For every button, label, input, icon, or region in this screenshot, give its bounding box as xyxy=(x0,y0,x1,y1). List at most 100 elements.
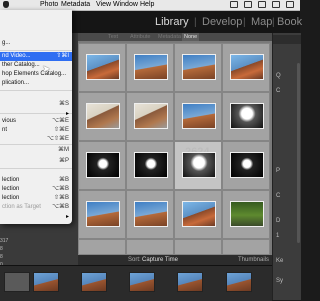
wifi-icon[interactable] xyxy=(258,1,266,8)
filmstrip-thumbnail[interactable] xyxy=(81,272,107,292)
menu-separator xyxy=(0,144,72,145)
menu-item[interactable]: lection ⇧⌘B xyxy=(0,194,72,203)
grid-cell[interactable] xyxy=(222,190,270,239)
menu-metadata[interactable]: Metadata xyxy=(61,1,90,9)
menu-item[interactable]: ⌘M xyxy=(0,146,72,155)
grid-cell[interactable] xyxy=(78,141,126,190)
panel-label[interactable]: Sy xyxy=(276,278,283,284)
menu-item[interactable]: ther Catalog... xyxy=(0,61,72,70)
photo-thumbnail[interactable] xyxy=(230,54,264,80)
grid-cell[interactable] xyxy=(222,43,270,92)
thumbnails-label: Thumbnails xyxy=(238,257,270,263)
scrollbar[interactable] xyxy=(297,63,300,243)
menu-separator xyxy=(0,50,72,51)
filmstrip-thumbnail[interactable] xyxy=(177,272,203,292)
grid-cell[interactable] xyxy=(126,141,174,190)
photo-thumbnail[interactable] xyxy=(230,152,264,178)
module-book[interactable]: Book xyxy=(277,16,302,29)
grid-toolbar: Sort: Capture Time Thumbnails xyxy=(78,255,272,265)
photo-thumbnail[interactable] xyxy=(230,103,264,129)
photo-thumbnail[interactable] xyxy=(86,152,120,178)
sort-select[interactable]: Capture Time xyxy=(142,256,178,264)
grid-cell[interactable] xyxy=(78,239,126,255)
photo-thumbnail[interactable] xyxy=(134,152,168,178)
menu-item[interactable]: hop Elements Catalog... xyxy=(0,70,72,79)
grid-cell[interactable] xyxy=(174,239,222,255)
panel-label[interactable]: C xyxy=(276,193,280,199)
grid-cell[interactable] xyxy=(126,92,174,141)
photo-thumbnail[interactable] xyxy=(134,103,168,129)
panel-label[interactable]: Q xyxy=(276,73,281,79)
panel-label[interactable]: P xyxy=(276,168,280,174)
status-icon[interactable] xyxy=(244,1,252,8)
apple-icon[interactable] xyxy=(3,1,9,8)
count-label: 8 xyxy=(0,246,3,252)
file-menu-dropdown: g... nd Video... ⇧⌘I ther Catalog... hop … xyxy=(0,10,72,224)
photo-thumbnail[interactable] xyxy=(134,54,168,80)
menu-item[interactable]: ⌥⇧⌘E xyxy=(0,135,72,144)
grid-cell[interactable] xyxy=(174,92,222,141)
menu-help[interactable]: Help xyxy=(140,1,154,9)
menu-photo[interactable]: Photo xyxy=(40,1,58,9)
photo-thumbnail[interactable] xyxy=(86,201,120,227)
grid-cell[interactable] xyxy=(174,43,222,92)
photo-thumbnail[interactable] xyxy=(182,54,216,80)
panel-label[interactable]: 1 xyxy=(276,233,279,239)
menu-item[interactable]: vious ⌥⌘E xyxy=(0,117,72,126)
photo-thumbnail[interactable] xyxy=(182,201,216,227)
grid-cell[interactable] xyxy=(78,43,126,92)
status-icon[interactable] xyxy=(230,1,238,8)
grid-cell[interactable] xyxy=(126,239,174,255)
grid-cell[interactable] xyxy=(222,239,270,255)
photo-grid: 2624 xyxy=(78,41,272,255)
menu-window[interactable]: Window xyxy=(113,1,138,9)
submenu-arrow-icon: ▸ xyxy=(65,214,69,220)
grid-cell-selected[interactable]: 2624 xyxy=(174,141,222,190)
grid-cell[interactable] xyxy=(222,141,270,190)
filmstrip-thumbnail[interactable] xyxy=(129,272,155,292)
panel-label[interactable]: C xyxy=(276,88,280,94)
panel-header[interactable] xyxy=(273,35,301,44)
menu-item[interactable]: ction as Target ⌥⌘B xyxy=(0,203,72,212)
module-library[interactable]: Library xyxy=(155,16,189,29)
menu-item-import-photos-and-video[interactable]: nd Video... ⇧⌘I xyxy=(0,52,72,61)
grid-cell[interactable] xyxy=(222,92,270,141)
filmstrip-thumbnail[interactable] xyxy=(226,272,252,292)
module-map[interactable]: Map xyxy=(251,16,272,29)
grid-cell[interactable] xyxy=(174,190,222,239)
filter-attribute[interactable]: Attribute xyxy=(130,33,150,41)
menu-view[interactable]: View xyxy=(96,1,111,9)
menu-item[interactable]: g... xyxy=(0,39,72,48)
right-panel: Q C P C D 1 Ke Sy xyxy=(272,33,301,300)
photo-thumbnail[interactable] xyxy=(182,103,216,129)
menu-item[interactable]: lection ⌘B xyxy=(0,176,72,185)
sort-label: Sort: xyxy=(128,257,141,263)
menu-item[interactable]: lection ⌥⌘B xyxy=(0,185,72,194)
photo-thumbnail[interactable] xyxy=(182,152,216,178)
battery-icon[interactable] xyxy=(272,1,280,8)
menu-item[interactable]: ⌘S xyxy=(0,100,72,109)
filmstrip-thumbnail[interactable] xyxy=(33,272,59,292)
module-develop[interactable]: Develop xyxy=(202,16,242,29)
grid-cell[interactable] xyxy=(78,92,126,141)
clock-icon[interactable] xyxy=(286,1,294,8)
photo-thumbnail[interactable] xyxy=(86,103,120,129)
photo-thumbnail[interactable] xyxy=(134,201,168,227)
filter-text[interactable]: Text xyxy=(108,33,118,41)
panel-label[interactable]: D xyxy=(276,218,280,224)
filter-metadata[interactable]: Metadata xyxy=(158,33,181,41)
photo-thumbnail[interactable] xyxy=(86,54,120,80)
menu-item[interactable]: nt ⇧⌘E xyxy=(0,126,72,135)
menu-item[interactable]: plication... xyxy=(0,79,72,88)
menu-separator xyxy=(0,90,72,91)
filter-none[interactable]: None xyxy=(182,33,200,41)
mouse-cursor-icon: ➤ xyxy=(42,64,51,75)
filmstrip-thumbnail[interactable] xyxy=(4,272,30,292)
count-label: 317 xyxy=(0,238,9,244)
grid-cell[interactable] xyxy=(126,190,174,239)
panel-label[interactable]: Ke xyxy=(276,258,283,264)
photo-thumbnail[interactable] xyxy=(230,201,264,227)
grid-cell[interactable] xyxy=(126,43,174,92)
menu-item[interactable]: ⌘P xyxy=(0,157,72,166)
grid-cell[interactable] xyxy=(78,190,126,239)
